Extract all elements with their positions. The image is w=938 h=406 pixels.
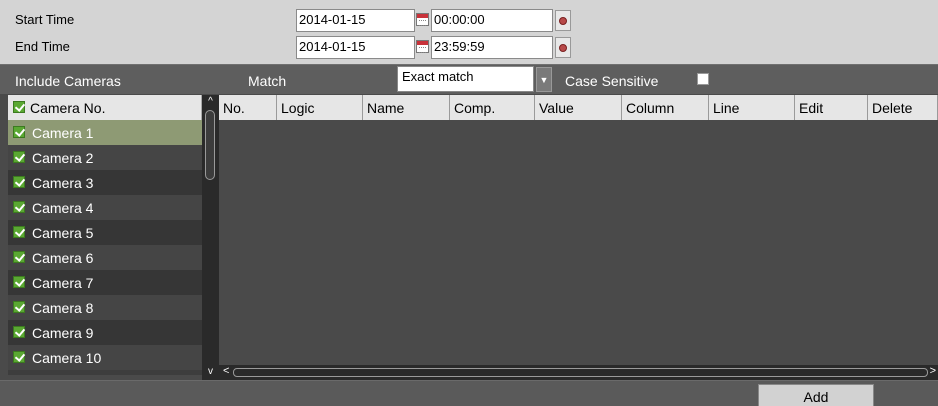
add-button[interactable]: Add	[758, 384, 874, 406]
camera-list: Camera No. Camera 1 Camera 2 Camera 3 Camer…	[8, 95, 202, 375]
start-time-row: Start Time 2014-01-15 00:00:00	[0, 8, 938, 33]
camera-label: Camera 3	[32, 175, 94, 191]
camera-checkbox[interactable]	[13, 176, 25, 188]
camera-checkbox[interactable]	[13, 251, 25, 263]
column-header: Delete	[868, 95, 938, 120]
column-header: Name	[363, 95, 450, 120]
scrollbar-thumb[interactable]	[205, 110, 215, 180]
end-time-row: End Time 2014-01-15 23:59:59	[0, 35, 938, 60]
scroll-right-icon[interactable]: >	[930, 365, 936, 377]
camera-header-label: Camera No.	[30, 100, 106, 116]
camera-checkbox[interactable]	[13, 226, 25, 238]
bottom-bar: Add	[0, 380, 938, 406]
chevron-down-icon[interactable]: ▼	[536, 67, 552, 92]
camera-row[interactable]: Camera 9	[8, 320, 202, 345]
select-all-checkbox[interactable]	[13, 101, 25, 113]
scrollbar-thumb[interactable]	[233, 368, 928, 377]
camera-checkbox[interactable]	[13, 276, 25, 288]
end-time-input[interactable]: 23:59:59	[431, 36, 553, 59]
end-time-label: End Time	[15, 39, 70, 54]
camera-label: Camera 6	[32, 250, 94, 266]
camera-row[interactable]: Camera 10	[8, 345, 202, 370]
column-header: Column	[622, 95, 709, 120]
camera-label: Camera 4	[32, 200, 94, 216]
camera-label: Camera 2	[32, 150, 94, 166]
rules-table-header: No. Logic Name Comp. Value Column Line Edit Dele…	[219, 95, 938, 120]
rules-table: No. Logic Name Comp. Value Column Line Edit Dele…	[219, 95, 938, 365]
column-header: Value	[535, 95, 622, 120]
camera-row[interactable]: Camera 8	[8, 295, 202, 320]
start-date-input[interactable]: 2014-01-15	[296, 9, 415, 32]
camera-label: Camera 10	[32, 350, 102, 366]
camera-label: Camera 8	[32, 300, 94, 316]
time-panel: Start Time 2014-01-15 00:00:00 End Time …	[0, 0, 938, 64]
camera-row[interactable]: Camera 4	[8, 195, 202, 220]
camera-row[interactable]: Camera 7	[8, 270, 202, 295]
column-header: Line	[709, 95, 795, 120]
case-sensitive-checkbox[interactable]	[697, 73, 709, 85]
column-header: Logic	[277, 95, 363, 120]
column-header: Edit	[795, 95, 868, 120]
start-time-label: Start Time	[15, 12, 75, 27]
camera-label: Camera 7	[32, 275, 94, 291]
clock-icon[interactable]	[555, 37, 571, 58]
camera-checkbox[interactable]	[13, 301, 25, 313]
camera-checkbox[interactable]	[13, 351, 25, 363]
start-time-input[interactable]: 00:00:00	[431, 9, 553, 32]
match-label: Match	[248, 73, 287, 89]
scroll-up-icon[interactable]: ^	[202, 96, 219, 109]
camera-list-scrollbar[interactable]: ^ v	[202, 95, 219, 380]
camera-list-header[interactable]: Camera No.	[8, 95, 202, 120]
calendar-icon[interactable]	[416, 13, 429, 26]
calendar-icon[interactable]	[416, 40, 429, 53]
clock-icon[interactable]	[555, 10, 571, 31]
camera-checkbox[interactable]	[13, 201, 25, 213]
column-header: No.	[219, 95, 277, 120]
camera-label: Camera 5	[32, 225, 94, 241]
column-header: Comp.	[450, 95, 535, 120]
filter-bar: Include Cameras Match Exact match ▼ Case…	[0, 64, 938, 94]
case-sensitive-label: Case Sensitive	[565, 73, 659, 89]
scroll-left-icon[interactable]: <	[223, 365, 229, 377]
rules-horizontal-scrollbar[interactable]: < >	[219, 365, 938, 380]
camera-label: Camera 1	[32, 125, 94, 141]
camera-checkbox[interactable]	[13, 326, 25, 338]
camera-row[interactable]: Camera 3	[8, 170, 202, 195]
include-cameras-label: Include Cameras	[15, 73, 121, 89]
camera-row[interactable]: Camera 1	[8, 120, 202, 145]
camera-row[interactable]: Camera 5	[8, 220, 202, 245]
match-select[interactable]: Exact match	[397, 66, 534, 92]
camera-row[interactable]: Camera 6	[8, 245, 202, 270]
camera-checkbox[interactable]	[13, 151, 25, 163]
scroll-down-icon[interactable]: v	[202, 366, 219, 379]
camera-row[interactable]: Camera 2	[8, 145, 202, 170]
camera-label: Camera 9	[32, 325, 94, 341]
camera-checkbox[interactable]	[13, 126, 25, 138]
end-date-input[interactable]: 2014-01-15	[296, 36, 415, 59]
